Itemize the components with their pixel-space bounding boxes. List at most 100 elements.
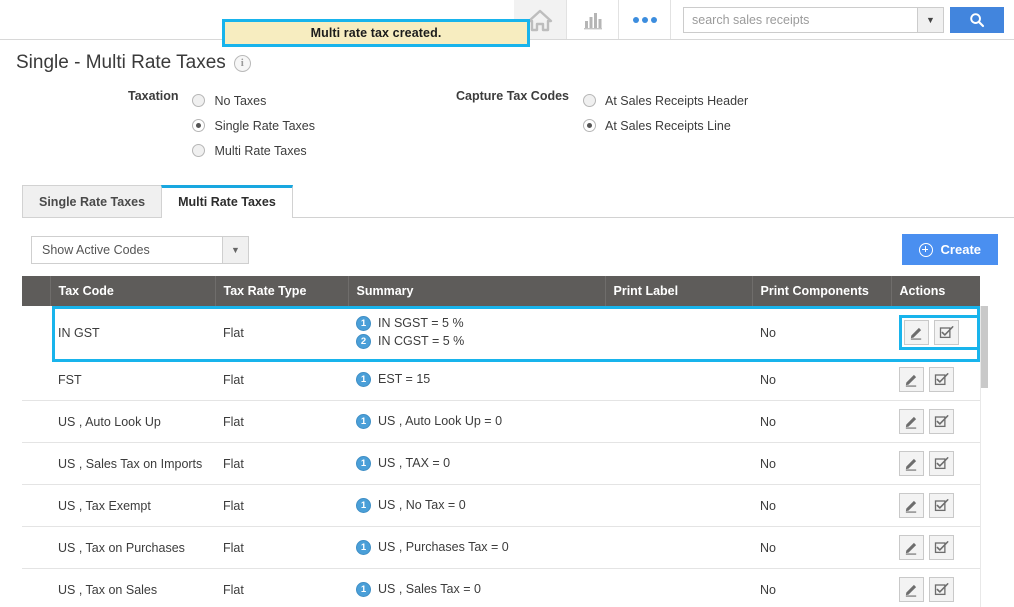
- cell-tax-rate-type: Flat: [215, 484, 348, 527]
- radio-option-at-sales-receipts-header[interactable]: At Sales Receipts Header: [583, 88, 748, 113]
- filter-select[interactable]: Show Active Codes ▼: [31, 235, 249, 264]
- search-area: ▼: [670, 0, 1014, 39]
- settings-form: Taxation No Taxes Single Rate Taxes Mult…: [0, 74, 1014, 163]
- summary-text: US , Auto Look Up = 0: [378, 414, 503, 428]
- edit-button[interactable]: [899, 577, 924, 602]
- edit-in-place-button[interactable]: [929, 535, 954, 560]
- cell-tax-rate-type: Flat: [215, 400, 348, 443]
- row-actions: [899, 451, 980, 476]
- radio-circle-no-taxes[interactable]: [192, 94, 206, 107]
- row-actions: [899, 367, 980, 392]
- radio-option-at-sales-receipts-line[interactable]: At Sales Receipts Line: [583, 113, 748, 138]
- table-scrollbar[interactable]: [980, 306, 988, 607]
- cell-tax-code: US , Tax on Purchases: [50, 526, 215, 569]
- summary-index-badge: 1: [356, 456, 371, 471]
- notification-toast: Multi rate tax created.: [222, 19, 530, 47]
- radio-option-no-taxes[interactable]: No Taxes: [192, 88, 315, 113]
- table-row[interactable]: US , Tax on Purchases Flat 1 US , Purchases…: [22, 526, 980, 569]
- radio-label-multi-rate-taxes: Multi Rate Taxes: [214, 143, 307, 158]
- edit-button[interactable]: [904, 320, 929, 345]
- tax-codes-table: Tax Code Tax Rate Type Summary Print Lab…: [22, 276, 980, 607]
- row-actions-highlight: [899, 315, 980, 350]
- tab-bar: Single Rate Taxes Multi Rate Taxes: [22, 185, 1014, 218]
- table-row[interactable]: US , Tax on Sales Flat 1 US , Sales Tax = 0…: [22, 568, 980, 607]
- column-header-summary[interactable]: Summary: [348, 276, 606, 306]
- more-menu-icon[interactable]: [618, 0, 670, 39]
- search-icon: [970, 12, 985, 27]
- cell-print-label: [605, 442, 752, 485]
- column-header-tax-rate-type[interactable]: Tax Rate Type: [215, 276, 349, 306]
- summary-item: 1 US , No Tax = 0: [356, 497, 605, 514]
- radio-option-single-rate-taxes[interactable]: Single Rate Taxes: [192, 113, 315, 138]
- cell-print-label: [605, 526, 752, 569]
- search-scope-chevron-down-icon[interactable]: ▼: [917, 7, 943, 32]
- row-gutter-cell: [22, 400, 50, 443]
- cell-print-components: No: [752, 400, 891, 443]
- row-actions: [899, 493, 980, 518]
- cell-print-components: No: [752, 306, 891, 359]
- radio-circle-at-sales-receipts-line[interactable]: [583, 119, 597, 132]
- table-row[interactable]: US , Tax Exempt Flat 1 US , No Tax = 0 No: [22, 484, 980, 527]
- column-header-print-label[interactable]: Print Label: [605, 276, 753, 306]
- cell-actions: [891, 442, 980, 485]
- row-actions: [899, 577, 980, 602]
- edit-in-place-icon: [939, 326, 954, 339]
- edit-button[interactable]: [899, 493, 924, 518]
- edit-button[interactable]: [899, 451, 924, 476]
- radio-option-multi-rate-taxes[interactable]: Multi Rate Taxes: [192, 138, 315, 163]
- table-row[interactable]: IN GST Flat 1 IN SGST = 5 % 2 IN CGST = 5 % No: [22, 306, 980, 359]
- tab-single-rate-taxes[interactable]: Single Rate Taxes: [22, 185, 163, 217]
- table-row[interactable]: US , Sales Tax on Imports Flat 1 US , TAX =…: [22, 442, 980, 485]
- page-title: Single - Multi Rate Taxes: [16, 52, 226, 73]
- edit-pencil-icon: [905, 500, 917, 513]
- cell-summary: 1 US , No Tax = 0: [348, 484, 605, 527]
- summary-index-badge: 2: [356, 334, 371, 349]
- radio-circle-single-rate-taxes[interactable]: [192, 119, 206, 132]
- summary-index-badge: 1: [356, 582, 371, 597]
- summary-text: US , TAX = 0: [378, 456, 451, 470]
- row-gutter-cell: [22, 442, 50, 485]
- row-gutter-cell: [22, 568, 50, 607]
- cell-tax-code: US , Sales Tax on Imports: [50, 442, 215, 485]
- table-row[interactable]: FST Flat 1 EST = 15 No: [22, 359, 980, 401]
- cell-tax-rate-type: Flat: [215, 568, 348, 607]
- edit-in-place-icon: [934, 541, 949, 554]
- info-icon[interactable]: i: [233, 54, 251, 72]
- tab-multi-rate-taxes[interactable]: Multi Rate Taxes: [161, 185, 293, 218]
- radio-circle-at-sales-receipts-header[interactable]: [583, 94, 597, 107]
- edit-button[interactable]: [899, 535, 924, 560]
- radio-circle-multi-rate-taxes[interactable]: [192, 144, 206, 157]
- cell-tax-code: US , Tax on Sales: [50, 568, 215, 607]
- cell-print-label: [605, 306, 752, 359]
- summary-text: US , Sales Tax = 0: [378, 582, 481, 596]
- edit-in-place-button[interactable]: [929, 409, 954, 434]
- create-button[interactable]: Create: [901, 234, 998, 265]
- cell-summary: 1 US , TAX = 0: [348, 442, 605, 485]
- edit-in-place-button[interactable]: [929, 493, 954, 518]
- home-icon-glyph: [527, 9, 553, 31]
- edit-in-place-button[interactable]: [929, 451, 954, 476]
- column-header-tax-code[interactable]: Tax Code: [50, 276, 216, 306]
- edit-in-place-button[interactable]: [929, 577, 954, 602]
- taxation-radio-list: No Taxes Single Rate Taxes Multi Rate Ta…: [192, 88, 315, 163]
- summary-index-badge: 1: [356, 498, 371, 513]
- table-row[interactable]: US , Auto Look Up Flat 1 US , Auto Look Up …: [22, 400, 980, 443]
- caret-down-icon[interactable]: ▼: [222, 236, 248, 263]
- summary-item: 1 US , Purchases Tax = 0: [356, 539, 605, 556]
- table-scrollbar-thumb[interactable]: [981, 306, 988, 388]
- edit-pencil-icon: [905, 416, 917, 429]
- search-button[interactable]: [950, 6, 1004, 33]
- search-input[interactable]: [684, 7, 917, 32]
- edit-in-place-button[interactable]: [929, 367, 954, 392]
- reports-bar-chart-icon[interactable]: [566, 0, 618, 39]
- edit-button[interactable]: [899, 409, 924, 434]
- column-header-print-components[interactable]: Print Components: [752, 276, 892, 306]
- row-actions: [899, 409, 980, 434]
- edit-in-place-button[interactable]: [934, 320, 959, 345]
- row-gutter-cell: [22, 484, 50, 527]
- plus-circle-icon: [918, 242, 933, 257]
- cell-actions: [891, 568, 980, 607]
- cell-print-components: No: [752, 442, 891, 485]
- edit-button[interactable]: [899, 367, 924, 392]
- summary-index-badge: 1: [356, 414, 371, 429]
